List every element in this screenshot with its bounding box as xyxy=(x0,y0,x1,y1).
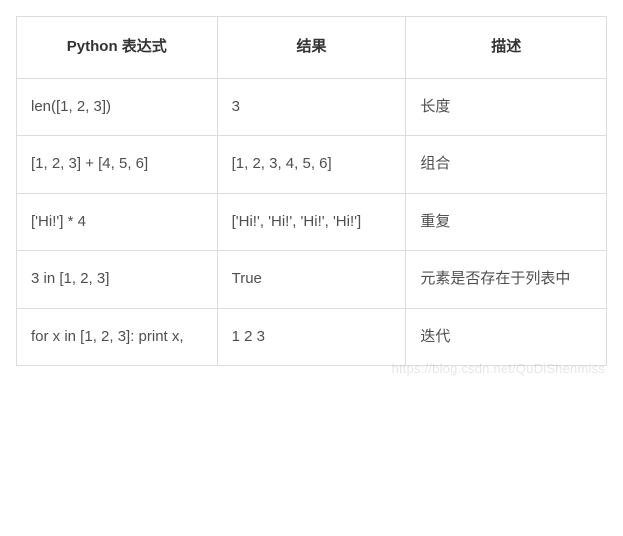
cell-result: 1 2 3 xyxy=(217,308,406,366)
table-row: len([1, 2, 3]) 3 长度 xyxy=(17,78,607,136)
table-row: ['Hi!'] * 4 ['Hi!', 'Hi!', 'Hi!', 'Hi!']… xyxy=(17,193,607,251)
cell-desc: 组合 xyxy=(406,136,607,194)
cell-result: 3 xyxy=(217,78,406,136)
cell-desc: 长度 xyxy=(406,78,607,136)
cell-expr: for x in [1, 2, 3]: print x, xyxy=(17,308,218,366)
table-row: [1, 2, 3] + [4, 5, 6] [1, 2, 3, 4, 5, 6]… xyxy=(17,136,607,194)
cell-expr: [1, 2, 3] + [4, 5, 6] xyxy=(17,136,218,194)
col-header-expr: Python 表达式 xyxy=(17,17,218,79)
cell-expr: 3 in [1, 2, 3] xyxy=(17,251,218,309)
cell-result: [1, 2, 3, 4, 5, 6] xyxy=(217,136,406,194)
table-row: for x in [1, 2, 3]: print x, 1 2 3 迭代 xyxy=(17,308,607,366)
col-header-result: 结果 xyxy=(217,17,406,79)
cell-desc: 重复 xyxy=(406,193,607,251)
cell-desc: 元素是否存在于列表中 xyxy=(406,251,607,309)
cell-result: True xyxy=(217,251,406,309)
python-list-ops-table: Python 表达式 结果 描述 len([1, 2, 3]) 3 长度 [1,… xyxy=(16,16,607,366)
cell-result: ['Hi!', 'Hi!', 'Hi!', 'Hi!'] xyxy=(217,193,406,251)
col-header-desc: 描述 xyxy=(406,17,607,79)
table-row: 3 in [1, 2, 3] True 元素是否存在于列表中 xyxy=(17,251,607,309)
table-header-row: Python 表达式 结果 描述 xyxy=(17,17,607,79)
cell-expr: ['Hi!'] * 4 xyxy=(17,193,218,251)
cell-desc: 迭代 xyxy=(406,308,607,366)
cell-expr: len([1, 2, 3]) xyxy=(17,78,218,136)
